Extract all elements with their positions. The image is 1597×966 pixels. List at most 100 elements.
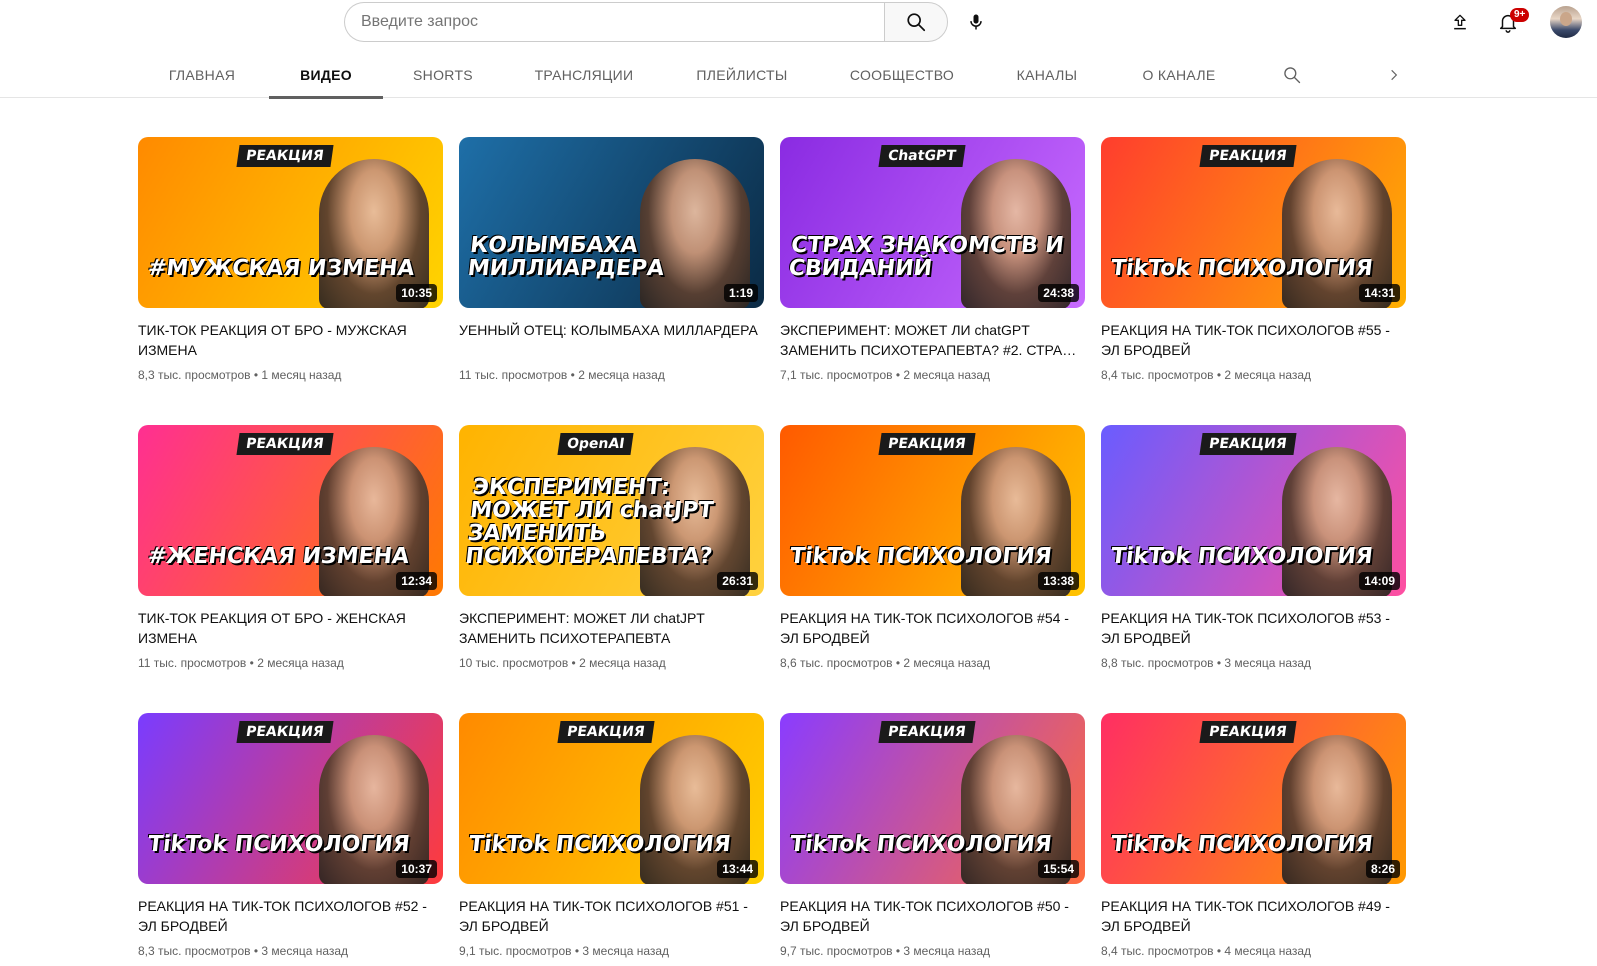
thumbnail-caption: TikTok ПСИХОЛОГИЯ: [1109, 256, 1374, 281]
video-meta: 7,1 тыс. просмотров • 2 месяца назад: [780, 366, 1085, 384]
video-card[interactable]: РЕАКЦИЯ TikTok ПСИХОЛОГИЯ 15:54 РЕАКЦИЯ НА …: [780, 713, 1085, 960]
video-duration: 14:09: [1359, 572, 1400, 590]
tab-about[interactable]: О КАНАЛЕ: [1126, 52, 1232, 98]
video-age: 1 месяц назад: [261, 368, 342, 382]
video-card[interactable]: РЕАКЦИЯ TikTok ПСИХОЛОГИЯ 14:31 РЕАКЦИЯ НА …: [1101, 137, 1406, 384]
video-card[interactable]: OpenAI ЭКСПЕРИМЕНТ: МОЖЕТ ЛИ chatJPT ЗАМЕ…: [459, 425, 764, 672]
meta-separator: •: [571, 944, 583, 958]
upload-button[interactable]: [1440, 2, 1480, 42]
video-title[interactable]: РЕАКЦИЯ НА ТИК-ТОК ПСИХОЛОГОВ #52 - ЭЛ Б…: [138, 896, 443, 936]
video-thumbnail[interactable]: РЕАКЦИЯ TikTok ПСИХОЛОГИЯ 14:09: [1101, 425, 1406, 596]
video-duration: 1:19: [723, 284, 758, 302]
video-duration: 15:54: [1038, 860, 1079, 878]
tab-community[interactable]: СООБЩЕСТВО: [836, 52, 968, 98]
video-thumbnail[interactable]: OpenAI ЭКСПЕРИМЕНТ: МОЖЕТ ЛИ chatJPT ЗАМЕ…: [459, 425, 764, 596]
video-title[interactable]: ТИК-ТОК РЕАКЦИЯ ОТ БРО - ЖЕНСКАЯ ИЗМЕНА: [138, 608, 443, 648]
meta-separator: •: [567, 368, 579, 382]
video-views: 8,8 тыс. просмотров: [1101, 656, 1214, 670]
video-age: 2 месяца назад: [1224, 368, 1312, 382]
video-duration: 13:38: [1038, 572, 1079, 590]
video-thumbnail[interactable]: РЕАКЦИЯ TikTok ПСИХОЛОГИЯ 15:54: [780, 713, 1085, 884]
video-title[interactable]: РЕАКЦИЯ НА ТИК-ТОК ПСИХОЛОГОВ #49 - ЭЛ Б…: [1101, 896, 1406, 936]
tab-shorts[interactable]: SHORTS: [400, 52, 486, 98]
thumbnail-caption: СТРАХ ЗНАКОМСТВ И СВИДАНИЙ: [787, 233, 1066, 281]
video-duration: 10:35: [396, 284, 437, 302]
thumbnail-tag: РЕАКЦИЯ: [878, 721, 976, 743]
thumbnail-tag: РЕАКЦИЯ: [1199, 145, 1297, 167]
video-age: 3 месяца назад: [582, 944, 670, 958]
search-icon: [1284, 67, 1301, 84]
tabs-scroll-right-button[interactable]: [1378, 52, 1410, 98]
meta-separator: •: [1213, 656, 1225, 670]
video-card[interactable]: РЕАКЦИЯ TikTok ПСИХОЛОГИЯ 13:44 РЕАКЦИЯ НА …: [459, 713, 764, 960]
video-meta: 9,1 тыс. просмотров • 3 месяца назад: [459, 942, 764, 960]
video-card[interactable]: КОЛЫМБАХА МИЛЛИАРДЕРА 1:19 УЕННЫЙ ОТЕЦ: КО…: [459, 137, 764, 384]
video-title[interactable]: ЭКСПЕРИМЕНТ: МОЖЕТ ЛИ chatJPT ЗАМЕНИТЬ П…: [459, 608, 764, 648]
video-card[interactable]: РЕАКЦИЯ #МУЖСКАЯ ИЗМЕНА 10:35 ТИК-ТОК РЕАКЦ…: [138, 137, 443, 384]
video-title[interactable]: РЕАКЦИЯ НА ТИК-ТОК ПСИХОЛОГОВ #51 - ЭЛ Б…: [459, 896, 764, 936]
video-title[interactable]: ЭКСПЕРИМЕНТ: МОЖЕТ ЛИ chatGPT ЗАМЕНИТЬ П…: [780, 320, 1085, 360]
top-bar: 9+: [0, 0, 1597, 44]
video-title[interactable]: РЕАКЦИЯ НА ТИК-ТОК ПСИХОЛОГОВ #55 - ЭЛ Б…: [1101, 320, 1406, 360]
tab-home[interactable]: ГЛАВНАЯ: [150, 52, 254, 98]
microphone-icon: [970, 14, 982, 30]
video-card[interactable]: РЕАКЦИЯ #ЖЕНСКАЯ ИЗМЕНА 12:34 ТИК-ТОК РЕАКЦ…: [138, 425, 443, 672]
video-views: 10 тыс. просмотров: [459, 656, 569, 670]
video-thumbnail[interactable]: РЕАКЦИЯ TikTok ПСИХОЛОГИЯ 13:38: [780, 425, 1085, 596]
video-views: 11 тыс. просмотров: [459, 368, 568, 382]
video-title[interactable]: ТИК-ТОК РЕАКЦИЯ ОТ БРО - МУЖСКАЯ ИЗМЕНА: [138, 320, 443, 360]
video-duration: 10:37: [396, 860, 437, 878]
video-meta: 9,7 тыс. просмотров • 3 месяца назад: [780, 942, 1085, 960]
video-views: 8,3 тыс. просмотров: [138, 368, 251, 382]
video-duration: 24:38: [1038, 284, 1079, 302]
video-thumbnail[interactable]: КОЛЫМБАХА МИЛЛИАРДЕРА 1:19: [459, 137, 764, 308]
video-card[interactable]: РЕАКЦИЯ TikTok ПСИХОЛОГИЯ 10:37 РЕАКЦИЯ НА …: [138, 713, 443, 960]
search-box: [344, 2, 948, 42]
video-duration: 8:26: [1365, 860, 1400, 878]
video-duration: 14:31: [1359, 284, 1400, 302]
avatar[interactable]: [1550, 6, 1582, 38]
video-title[interactable]: РЕАКЦИЯ НА ТИК-ТОК ПСИХОЛОГОВ #53 - ЭЛ Б…: [1101, 608, 1406, 648]
video-age: 4 месяца назад: [1224, 944, 1312, 958]
video-thumbnail[interactable]: РЕАКЦИЯ TikTok ПСИХОЛОГИЯ 13:44: [459, 713, 764, 884]
video-title[interactable]: УЕННЫЙ ОТЕЦ: КОЛЫМБАХА МИЛЛАРДЕРА: [459, 320, 764, 360]
tab-videos[interactable]: ВИДЕО: [269, 52, 383, 99]
tab-channels[interactable]: КАНАЛЫ: [1002, 52, 1092, 98]
video-thumbnail[interactable]: РЕАКЦИЯ TikTok ПСИХОЛОГИЯ 8:26: [1101, 713, 1406, 884]
video-card[interactable]: РЕАКЦИЯ TikTok ПСИХОЛОГИЯ 14:09 РЕАКЦИЯ НА …: [1101, 425, 1406, 672]
video-age: 2 месяца назад: [578, 368, 665, 382]
thumbnail-tag: РЕАКЦИЯ: [236, 433, 334, 455]
video-thumbnail[interactable]: РЕАКЦИЯ #ЖЕНСКАЯ ИЗМЕНА 12:34: [138, 425, 443, 596]
video-title[interactable]: РЕАКЦИЯ НА ТИК-ТОК ПСИХОЛОГОВ #50 - ЭЛ Б…: [780, 896, 1085, 936]
video-views: 8,4 тыс. просмотров: [1101, 368, 1214, 382]
thumbnail-caption: TikTok ПСИХОЛОГИЯ: [146, 832, 411, 857]
video-thumbnail[interactable]: РЕАКЦИЯ TikTok ПСИХОЛОГИЯ 10:37: [138, 713, 443, 884]
thumbnail-caption: КОЛЫМБАХА МИЛЛИАРДЕРА: [466, 233, 666, 281]
search-button[interactable]: [884, 2, 948, 42]
search-input[interactable]: [344, 2, 884, 42]
video-meta: 8,8 тыс. просмотров • 3 месяца назад: [1101, 654, 1406, 672]
video-duration: 12:34: [396, 572, 437, 590]
thumbnail-tag: РЕАКЦИЯ: [878, 433, 976, 455]
meta-separator: •: [1213, 368, 1225, 382]
video-thumbnail[interactable]: РЕАКЦИЯ #МУЖСКАЯ ИЗМЕНА 10:35: [138, 137, 443, 308]
thumbnail-caption: #ЖЕНСКАЯ ИЗМЕНА: [146, 544, 411, 569]
thumbnail-tag: РЕАКЦИЯ: [236, 721, 334, 743]
video-title[interactable]: РЕАКЦИЯ НА ТИК-ТОК ПСИХОЛОГОВ #54 - ЭЛ Б…: [780, 608, 1085, 648]
notifications-button[interactable]: 9+: [1488, 2, 1530, 42]
tab-streams[interactable]: ТРАНСЛЯЦИИ: [520, 52, 648, 98]
video-views: 11 тыс. просмотров: [138, 656, 247, 670]
voice-search-button[interactable]: [956, 2, 996, 42]
video-thumbnail[interactable]: РЕАКЦИЯ TikTok ПСИХОЛОГИЯ 14:31: [1101, 137, 1406, 308]
thumbnail-caption: TikTok ПСИХОЛОГИЯ: [467, 832, 732, 857]
video-card[interactable]: РЕАКЦИЯ TikTok ПСИХОЛОГИЯ 8:26 РЕАКЦИЯ НА Т…: [1101, 713, 1406, 960]
thumbnail-caption: TikTok ПСИХОЛОГИЯ: [788, 544, 1053, 569]
channel-search-button[interactable]: [1276, 52, 1308, 98]
channel-tabs: ГЛАВНАЯ ВИДЕО SHORTS ТРАНСЛЯЦИИ ПЛЕЙЛИСТ…: [0, 52, 1597, 99]
meta-separator: •: [250, 368, 262, 382]
tab-playlists[interactable]: ПЛЕЙЛИСТЫ: [682, 52, 802, 98]
video-card[interactable]: РЕАКЦИЯ TikTok ПСИХОЛОГИЯ 13:38 РЕАКЦИЯ НА …: [780, 425, 1085, 672]
video-card[interactable]: ChatGPT СТРАХ ЗНАКОМСТВ И СВИДАНИЙ 24:38 ЭК…: [780, 137, 1085, 384]
video-thumbnail[interactable]: ChatGPT СТРАХ ЗНАКОМСТВ И СВИДАНИЙ 24:38: [780, 137, 1085, 308]
meta-separator: •: [892, 368, 904, 382]
